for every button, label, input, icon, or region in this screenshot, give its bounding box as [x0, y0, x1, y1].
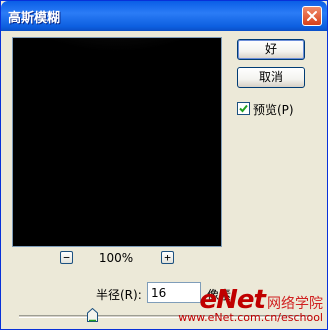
radius-label: 半径(R): — [96, 288, 142, 302]
watermark: eNet 网络学院 www.eNet.com.cn/eschool — [178, 285, 323, 324]
dialog-window: 高斯模糊 − 100% + 好 取消 预览(P) 半径(R): 16 像素 eN… — [0, 0, 328, 330]
preview-area[interactable] — [12, 37, 222, 247]
watermark-url: www.eNet.com.cn/eschool — [178, 311, 323, 324]
preview-checkbox-label: 预览(P) — [253, 103, 294, 117]
close-icon — [307, 11, 317, 21]
radius-slider-thumb[interactable] — [86, 308, 98, 322]
window-title: 高斯模糊 — [8, 11, 61, 26]
ok-button[interactable]: 好 — [237, 39, 305, 60]
title-bar[interactable]: 高斯模糊 — [1, 1, 327, 31]
blur-preview-image — [13, 38, 221, 246]
checkmark-icon — [239, 104, 248, 113]
watermark-cn-text: 网络学院 — [267, 296, 323, 312]
close-button[interactable] — [302, 6, 322, 26]
preview-checkbox[interactable] — [237, 102, 250, 115]
zoom-in-button[interactable]: + — [161, 251, 174, 264]
zoom-level: 100% — [98, 251, 134, 265]
cancel-button[interactable]: 取消 — [237, 67, 305, 88]
zoom-out-button[interactable]: − — [60, 251, 73, 264]
